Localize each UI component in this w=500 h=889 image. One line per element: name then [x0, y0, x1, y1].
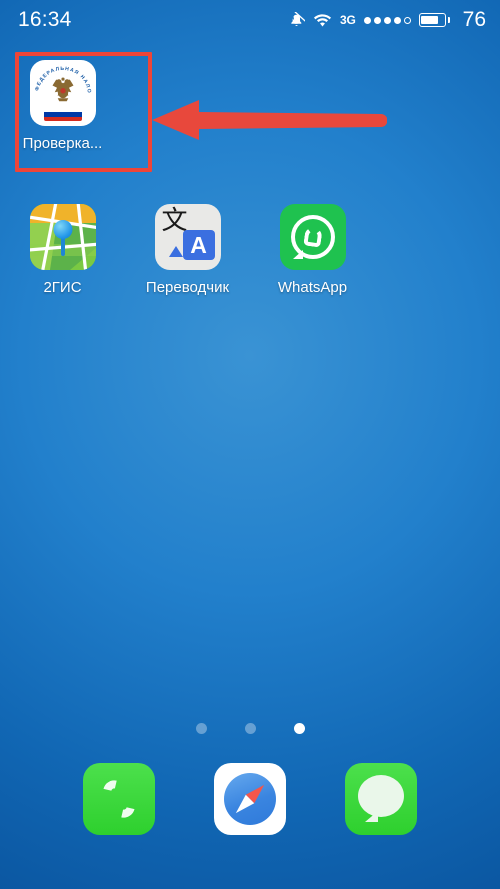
battery-percent-label: 76	[462, 8, 486, 31]
status-bar: 16:34 3G 76	[0, 0, 500, 40]
russian-flag-ribbon	[43, 108, 82, 121]
app-grid-row-2: 2ГИС 文 A Переводчик WhatsApp	[0, 192, 500, 296]
app-icon-whatsapp[interactable]: WhatsApp	[250, 192, 375, 296]
app-label-whatsapp: WhatsApp	[277, 279, 348, 296]
app-icon-2gis[interactable]: 2ГИС	[0, 192, 125, 296]
app-label-translate: Переводчик	[145, 279, 230, 296]
page-indicator-dots[interactable]	[0, 723, 500, 734]
translate-target-glyph: A	[182, 230, 215, 260]
app-icon-translate[interactable]: 文 A Переводчик	[125, 192, 250, 296]
page-dot-1[interactable]	[195, 723, 207, 734]
network-type-label: 3G	[340, 13, 356, 27]
messages-icon[interactable]	[345, 763, 417, 835]
phone-home-screen: 16:34 3G 76 ФЕДЕРАЛЬНАЯ НАЛО Проверка...…	[0, 0, 500, 889]
translate-arrow-icon	[168, 246, 183, 257]
2gis-map-icon	[29, 204, 96, 270]
dock	[0, 763, 500, 843]
fns-tax-service-icon: ФЕДЕРАЛЬНАЯ НАЛОГОВАЯ СЛУЖБА	[29, 60, 96, 126]
status-clock: 16:34	[18, 8, 72, 31]
safari-compass-icon[interactable]	[214, 763, 286, 835]
status-indicators: 3G 76	[288, 8, 486, 32]
wifi-icon	[313, 13, 332, 28]
app-label-2gis: 2ГИС	[43, 279, 82, 296]
app-icon-fns[interactable]: ФЕДЕРАЛЬНАЯ НАЛОГОВАЯ СЛУЖБА	[0, 48, 125, 152]
signal-strength-dots	[363, 16, 411, 24]
page-dot-2[interactable]	[244, 723, 256, 734]
mute-bell-icon	[288, 10, 307, 29]
red-arrow-annotation	[152, 100, 387, 140]
translate-icon: 文 A	[154, 204, 221, 270]
whatsapp-icon	[279, 204, 346, 270]
phone-icon[interactable]	[83, 763, 155, 835]
app-label-fns: Проверка...	[22, 135, 103, 152]
page-dot-3-active[interactable]	[293, 723, 305, 734]
battery-icon	[418, 13, 450, 27]
